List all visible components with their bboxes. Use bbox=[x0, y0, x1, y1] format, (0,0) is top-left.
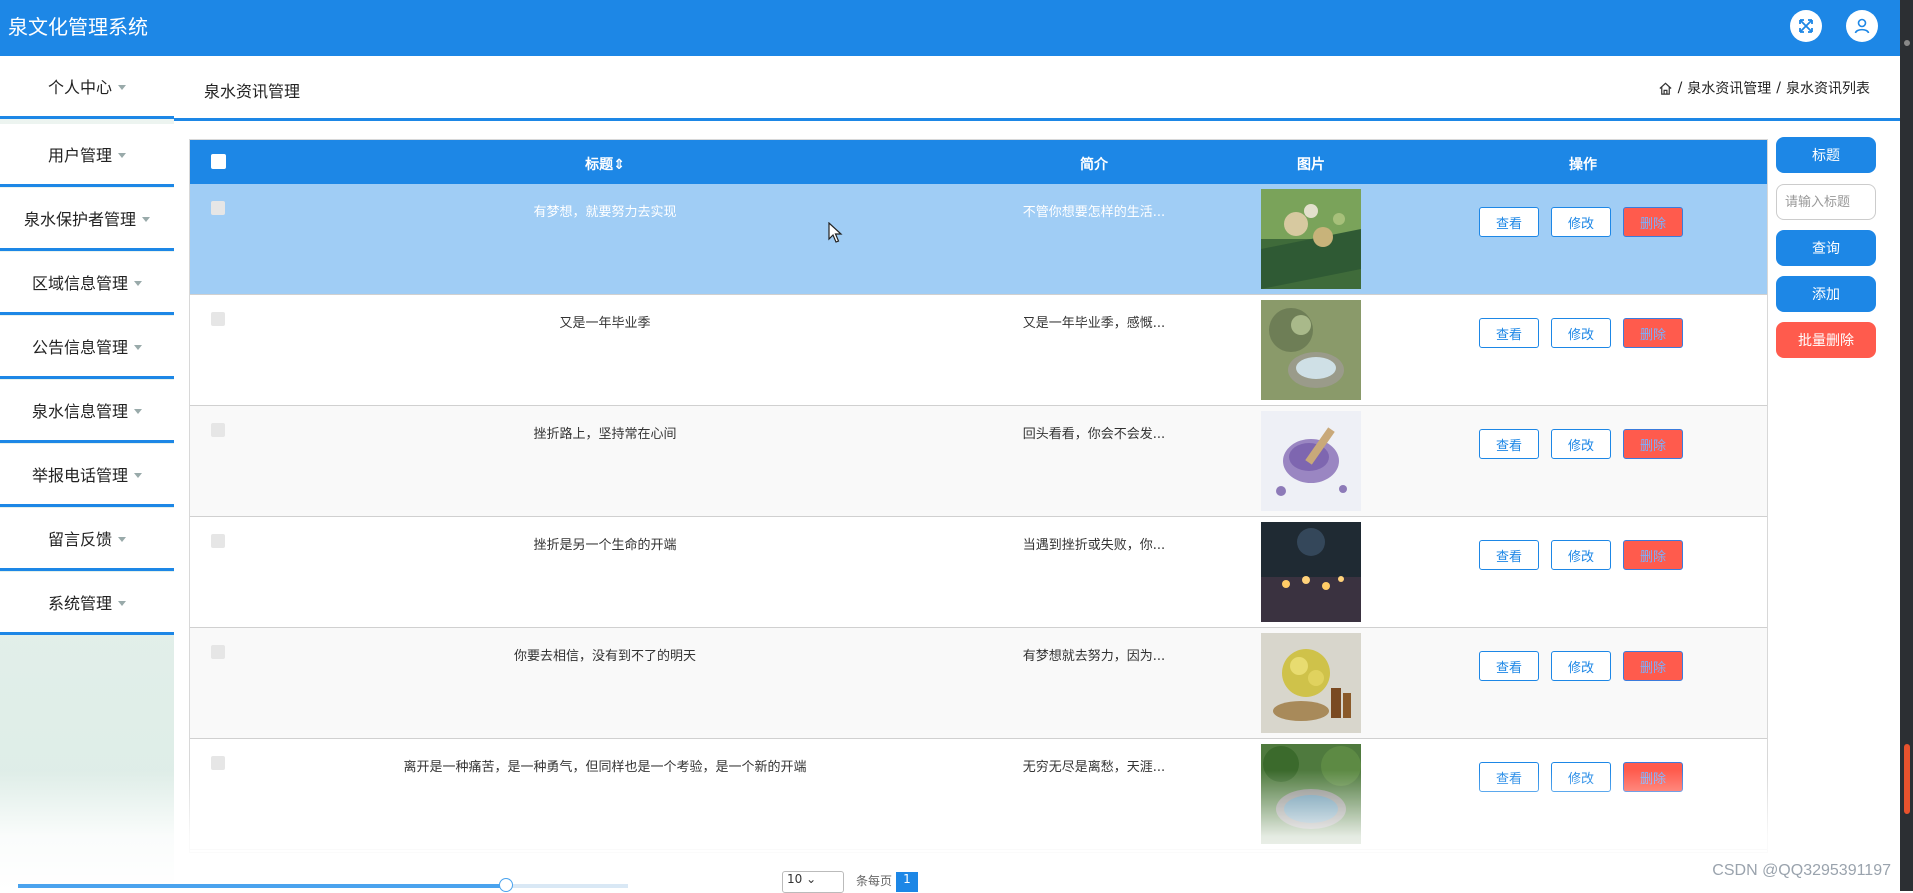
row-title: 离开是一种痛苦，是一种勇气，但同样也是一个考验，是一个新的开端 bbox=[403, 760, 807, 775]
delete-button[interactable]: 删除 bbox=[1623, 651, 1683, 681]
column-header-intro: 简介 bbox=[1080, 157, 1108, 173]
sort-icon[interactable]: ⇕ bbox=[613, 157, 625, 173]
batch-delete-button[interactable]: 批量删除 bbox=[1776, 322, 1876, 358]
column-header-image: 图片 bbox=[1297, 157, 1325, 173]
sidebar-item-report-phones[interactable]: 举报电话管理 bbox=[0, 444, 174, 507]
breadcrumb: / 泉水资讯管理 / 泉水资讯列表 bbox=[1658, 78, 1870, 98]
delete-button[interactable]: 删除 bbox=[1623, 318, 1683, 348]
row-checkbox[interactable] bbox=[211, 756, 225, 770]
app-title: 泉文化管理系统 bbox=[8, 15, 148, 39]
edit-button[interactable]: 修改 bbox=[1551, 762, 1611, 792]
breadcrumb-item: 泉水资讯列表 bbox=[1786, 81, 1870, 97]
sidebar-item-regions[interactable]: 区域信息管理 bbox=[0, 252, 174, 315]
row-title: 挫折是另一个生命的开端 bbox=[533, 538, 677, 553]
user-icon[interactable] bbox=[1846, 10, 1878, 42]
sidebar-item-feedback[interactable]: 留言反馈 bbox=[0, 508, 174, 571]
column-header-actions: 操作 bbox=[1569, 157, 1597, 173]
content-header: 泉水资讯管理 / 泉水资讯管理 / 泉水资讯列表 bbox=[174, 56, 1900, 121]
chevron-down-icon bbox=[134, 344, 142, 350]
page-size-select[interactable]: 10 ⌄ bbox=[782, 871, 844, 893]
row-title: 你要去相信，没有到不了的明天 bbox=[513, 649, 697, 664]
chevron-down-icon bbox=[142, 216, 150, 222]
select-all-checkbox[interactable] bbox=[211, 154, 226, 169]
data-table: 标题⇕ 简介 图片 操作 有梦想，就要努力去实现 不管你想要怎样的生活... 查… bbox=[189, 139, 1768, 853]
chevron-down-icon bbox=[118, 152, 126, 158]
row-title: 挫折路上，坚持常在心间 bbox=[533, 427, 677, 442]
fullscreen-icon[interactable] bbox=[1790, 10, 1822, 42]
row-image bbox=[1261, 633, 1361, 733]
sidebar-item-system[interactable]: 系统管理 bbox=[0, 572, 174, 635]
delete-button[interactable]: 删除 bbox=[1623, 429, 1683, 459]
row-intro: 无穷无尽是离愁，天涯... bbox=[1022, 760, 1166, 775]
table-row[interactable]: 挫折路上，坚持常在心间 回头看看，你会不会发... 查看 修改 删除 bbox=[190, 406, 1767, 517]
view-button[interactable]: 查看 bbox=[1479, 540, 1539, 570]
row-checkbox[interactable] bbox=[211, 534, 225, 548]
title-filter-button[interactable]: 标题 bbox=[1776, 137, 1876, 173]
row-checkbox[interactable] bbox=[211, 423, 225, 437]
view-button[interactable]: 查看 bbox=[1479, 762, 1539, 792]
table-row[interactable]: 有梦想，就要努力去实现 不管你想要怎样的生活... 查看 修改 删除 bbox=[190, 184, 1767, 295]
home-icon[interactable] bbox=[1658, 81, 1673, 96]
sidebar-item-springs[interactable]: 泉水信息管理 bbox=[0, 380, 174, 443]
column-header-title[interactable]: 标题⇕ bbox=[585, 154, 625, 174]
row-title: 有梦想，就要努力去实现 bbox=[533, 205, 677, 220]
edit-button[interactable]: 修改 bbox=[1551, 429, 1611, 459]
row-intro: 回头看看，你会不会发... bbox=[1022, 427, 1166, 442]
row-intro: 当遇到挫折或失败，你... bbox=[1022, 538, 1166, 553]
search-input[interactable] bbox=[1776, 184, 1876, 220]
add-button[interactable]: 添加 bbox=[1776, 276, 1876, 312]
view-button[interactable]: 查看 bbox=[1479, 651, 1539, 681]
row-image bbox=[1261, 744, 1361, 844]
row-image bbox=[1261, 300, 1361, 400]
row-checkbox[interactable] bbox=[211, 645, 225, 659]
chevron-down-icon bbox=[134, 408, 142, 414]
watermark: CSDN @QQ3295391197 bbox=[1712, 862, 1891, 879]
row-checkbox[interactable] bbox=[211, 201, 225, 215]
view-button[interactable]: 查看 bbox=[1479, 429, 1539, 459]
view-button[interactable]: 查看 bbox=[1479, 318, 1539, 348]
sidebar-item-users[interactable]: 用户管理 bbox=[0, 124, 174, 187]
edit-button[interactable]: 修改 bbox=[1551, 207, 1611, 237]
chevron-down-icon bbox=[134, 280, 142, 286]
table-row[interactable]: 你要去相信，没有到不了的明天 有梦想就去努力，因为... 查看 修改 删除 bbox=[190, 628, 1767, 739]
sidebar-item-personal-center[interactable]: 个人中心 bbox=[0, 56, 174, 119]
chevron-down-icon bbox=[118, 84, 126, 90]
row-title: 又是一年毕业季 bbox=[559, 316, 651, 331]
breadcrumb-item[interactable]: 泉水资讯管理 bbox=[1687, 78, 1771, 98]
chevron-down-icon bbox=[134, 472, 142, 478]
table-row[interactable]: 挫折是另一个生命的开端 当遇到挫折或失败，你... 查看 修改 删除 bbox=[190, 517, 1767, 628]
per-page-label: 条每页 bbox=[856, 874, 893, 888]
edit-button[interactable]: 修改 bbox=[1551, 651, 1611, 681]
window-edge-strip bbox=[1900, 0, 1913, 891]
progress-knob[interactable] bbox=[499, 878, 513, 892]
delete-button[interactable]: 删除 bbox=[1623, 207, 1683, 237]
edit-button[interactable]: 修改 bbox=[1551, 318, 1611, 348]
chevron-down-icon bbox=[118, 536, 126, 542]
table-row[interactable]: 离开是一种痛苦，是一种勇气，但同样也是一个考验，是一个新的开端 无穷无尽是离愁，… bbox=[190, 739, 1767, 850]
row-image bbox=[1261, 411, 1361, 511]
row-intro: 不管你想要怎样的生活... bbox=[1022, 205, 1166, 220]
current-page-button[interactable]: 1 bbox=[896, 872, 918, 892]
page-title: 泉水资讯管理 bbox=[204, 82, 301, 101]
scroll-progress-bar[interactable] bbox=[18, 878, 628, 892]
sidebar: 个人中心 用户管理 泉水保护者管理 区域信息管理 公告信息管理 泉水信息管理 举… bbox=[0, 56, 174, 891]
row-image bbox=[1261, 189, 1361, 289]
delete-button[interactable]: 删除 bbox=[1623, 762, 1683, 792]
row-intro: 有梦想就去努力，因为... bbox=[1022, 649, 1166, 664]
delete-button[interactable]: 删除 bbox=[1623, 540, 1683, 570]
row-image bbox=[1261, 522, 1361, 622]
row-checkbox[interactable] bbox=[211, 312, 225, 326]
view-button[interactable]: 查看 bbox=[1479, 207, 1539, 237]
sidebar-item-announcements[interactable]: 公告信息管理 bbox=[0, 316, 174, 379]
row-intro: 又是一年毕业季，感慨... bbox=[1022, 316, 1166, 331]
chevron-down-icon bbox=[118, 600, 126, 606]
mouse-cursor-icon bbox=[828, 222, 843, 243]
edit-button[interactable]: 修改 bbox=[1551, 540, 1611, 570]
table-row[interactable]: 又是一年毕业季 又是一年毕业季，感慨... 查看 修改 删除 bbox=[190, 295, 1767, 406]
progress-fill bbox=[18, 884, 506, 888]
sidebar-item-protectors[interactable]: 泉水保护者管理 bbox=[0, 188, 174, 251]
query-button[interactable]: 查询 bbox=[1776, 230, 1876, 266]
table-header: 标题⇕ 简介 图片 操作 bbox=[190, 140, 1767, 184]
top-bar: 泉文化管理系统 bbox=[0, 0, 1900, 56]
